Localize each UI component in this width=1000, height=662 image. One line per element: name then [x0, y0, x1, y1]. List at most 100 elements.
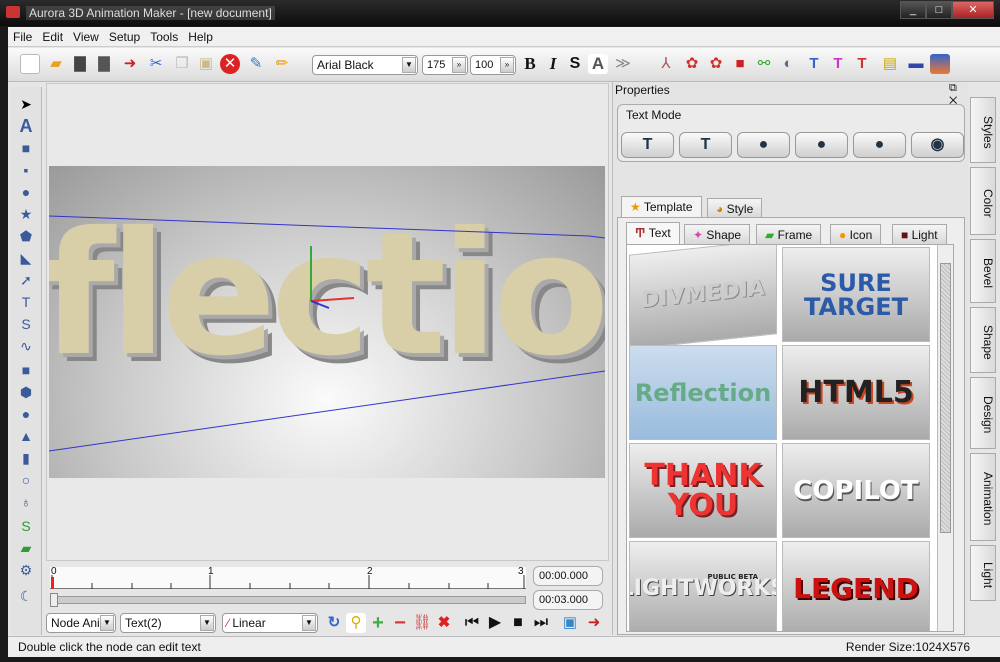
refresh-icon[interactable]: ↻	[324, 613, 344, 633]
background-icon[interactable]	[930, 54, 950, 74]
template-lightworks[interactable]: PUBLIC BETALIGHTWORKS	[629, 541, 777, 631]
skip-back-icon[interactable]: ⏮	[462, 613, 482, 633]
add-symbol-icon[interactable]: S	[16, 517, 36, 535]
time-slider[interactable]	[50, 593, 526, 607]
outline-button[interactable]: A	[588, 54, 608, 74]
add-image-icon[interactable]: ▰	[16, 539, 36, 557]
shape-icon[interactable]: ◣	[16, 249, 36, 267]
close-button[interactable]: ✕	[952, 1, 994, 19]
cube-icon[interactable]: ■	[730, 54, 750, 74]
save-icon[interactable]: ▇	[70, 54, 90, 74]
template-thank-you[interactable]: THANK YOU	[629, 443, 777, 538]
animation-mode-select[interactable]: Node Ani ▼	[46, 613, 116, 633]
template-copilot[interactable]: COPILOT	[782, 443, 930, 538]
add-key-icon[interactable]: +	[368, 613, 388, 633]
template-legend[interactable]: LEGEND	[782, 541, 930, 631]
font-select[interactable]: Arial Black ▼	[312, 55, 418, 75]
layer-icon[interactable]: ▬	[906, 54, 926, 74]
text-mode-bevel[interactable]: ●	[795, 132, 848, 158]
text-mode-ring[interactable]: ◉	[911, 132, 964, 158]
tab-style[interactable]: ◕ Style	[707, 198, 763, 218]
text-mode-flat[interactable]: T	[621, 132, 674, 158]
open-icon[interactable]: ▰	[46, 54, 66, 74]
menu-edit[interactable]: Edit	[37, 27, 68, 47]
circle-icon[interactable]: ●	[16, 183, 36, 201]
torus-icon[interactable]: ○	[16, 471, 36, 489]
rotate-icon[interactable]: ◐	[778, 54, 798, 74]
arrow-icon[interactable]: ➚	[16, 271, 36, 289]
side-tab-color[interactable]: Color	[970, 167, 996, 235]
slider-thumb[interactable]	[50, 593, 58, 607]
current-time-field[interactable]: 00:00.000	[533, 566, 603, 586]
export-video-icon[interactable]: ➜	[584, 613, 604, 633]
rectangle-icon[interactable]: ■	[16, 139, 36, 157]
text-mode-emboss[interactable]: ●	[853, 132, 906, 158]
side-tab-light[interactable]: Light	[970, 545, 996, 601]
text-style-icon[interactable]: T	[804, 54, 824, 74]
subtab-shape[interactable]: ✦ Shape	[684, 224, 751, 244]
sphere-icon[interactable]: ●	[16, 405, 36, 423]
play-icon[interactable]: ▶	[485, 613, 505, 633]
add-model-icon[interactable]: ⚙	[16, 561, 36, 579]
subtab-light[interactable]: ■ Light	[892, 224, 947, 244]
shadow-button[interactable]: S	[565, 54, 585, 74]
material-icon[interactable]: ✿	[706, 54, 726, 74]
select-icon[interactable]: ➤	[16, 95, 36, 113]
path-icon[interactable]: ⛓	[412, 613, 432, 633]
moon-icon[interactable]: ☾	[16, 587, 36, 605]
template-reflection[interactable]: Reflection	[629, 345, 777, 440]
cylinder-icon[interactable]: ⬢	[16, 383, 36, 401]
skip-forward-icon[interactable]: ⏭	[531, 613, 551, 633]
menu-setup[interactable]: Setup	[104, 27, 145, 47]
font-size-stepper[interactable]: 175 »	[422, 55, 468, 75]
total-time-field[interactable]: 00:03.000	[533, 590, 603, 610]
text-mode-round[interactable]: ●	[737, 132, 790, 158]
star-icon[interactable]: ★	[16, 205, 36, 223]
remove-key-icon[interactable]: −	[390, 613, 410, 633]
template-html5[interactable]: HTML5	[782, 345, 930, 440]
align-icon[interactable]: ▤	[880, 54, 900, 74]
preview-icon[interactable]: ▣	[560, 613, 580, 633]
symbol-icon[interactable]: S	[16, 315, 36, 333]
brush-icon[interactable]: ✎	[246, 54, 266, 74]
tab-template[interactable]: ★ Template	[621, 196, 702, 218]
text-icon[interactable]: A	[16, 117, 36, 135]
vase-icon[interactable]: ♁	[16, 493, 36, 511]
paste-icon[interactable]: ▣	[196, 54, 216, 74]
clear-icon[interactable]: ✖	[434, 613, 454, 633]
side-tab-animation[interactable]: Animation	[970, 453, 996, 541]
text-effect-icon[interactable]: T	[852, 54, 872, 74]
template-sure-target[interactable]: SURE TARGET	[782, 247, 930, 342]
subtab-icon[interactable]: ● Icon	[830, 224, 882, 244]
copy-icon[interactable]: ❐	[172, 54, 192, 74]
new-icon[interactable]	[20, 54, 40, 74]
text-box-icon[interactable]: T	[16, 293, 36, 311]
subtab-text[interactable]: Ͳ Text	[626, 222, 680, 244]
side-tab-styles[interactable]: Styles	[970, 97, 996, 163]
node-select[interactable]: Text(2) ▼	[120, 613, 216, 633]
side-tab-bevel[interactable]: Bevel	[970, 239, 996, 303]
3d-viewport[interactable]: flection	[49, 166, 605, 478]
interpolation-select[interactable]: ⁄ Linear ▼	[222, 613, 318, 633]
cut-icon[interactable]: ✂	[146, 54, 166, 74]
scrollbar-thumb[interactable]	[940, 263, 951, 533]
menu-help[interactable]: Help	[183, 27, 218, 47]
time-ruler[interactable]: 0 1 2 3	[50, 566, 526, 589]
cone-icon[interactable]: ▲	[16, 427, 36, 445]
text-mode-extrude[interactable]: T	[679, 132, 732, 158]
export-icon[interactable]: ➜	[120, 54, 140, 74]
text-color-icon[interactable]: T	[828, 54, 848, 74]
pentagon-icon[interactable]: ⬟	[16, 227, 36, 245]
curve-icon[interactable]: ∿	[16, 337, 36, 355]
scrollbar[interactable]	[937, 245, 953, 631]
subtab-frame[interactable]: ▰ Frame	[756, 224, 822, 244]
pillar-icon[interactable]: ▮	[16, 449, 36, 467]
cube-icon[interactable]: ■	[16, 361, 36, 379]
menu-file[interactable]: File	[8, 27, 37, 47]
gear-color-icon[interactable]: ✿	[682, 54, 702, 74]
menu-tools[interactable]: Tools	[145, 27, 183, 47]
canvas-area[interactable]: flection	[46, 83, 609, 561]
side-tab-shape[interactable]: Shape	[970, 307, 996, 373]
delete-icon[interactable]: ✕	[220, 54, 240, 74]
maximize-button[interactable]: □	[926, 1, 952, 19]
